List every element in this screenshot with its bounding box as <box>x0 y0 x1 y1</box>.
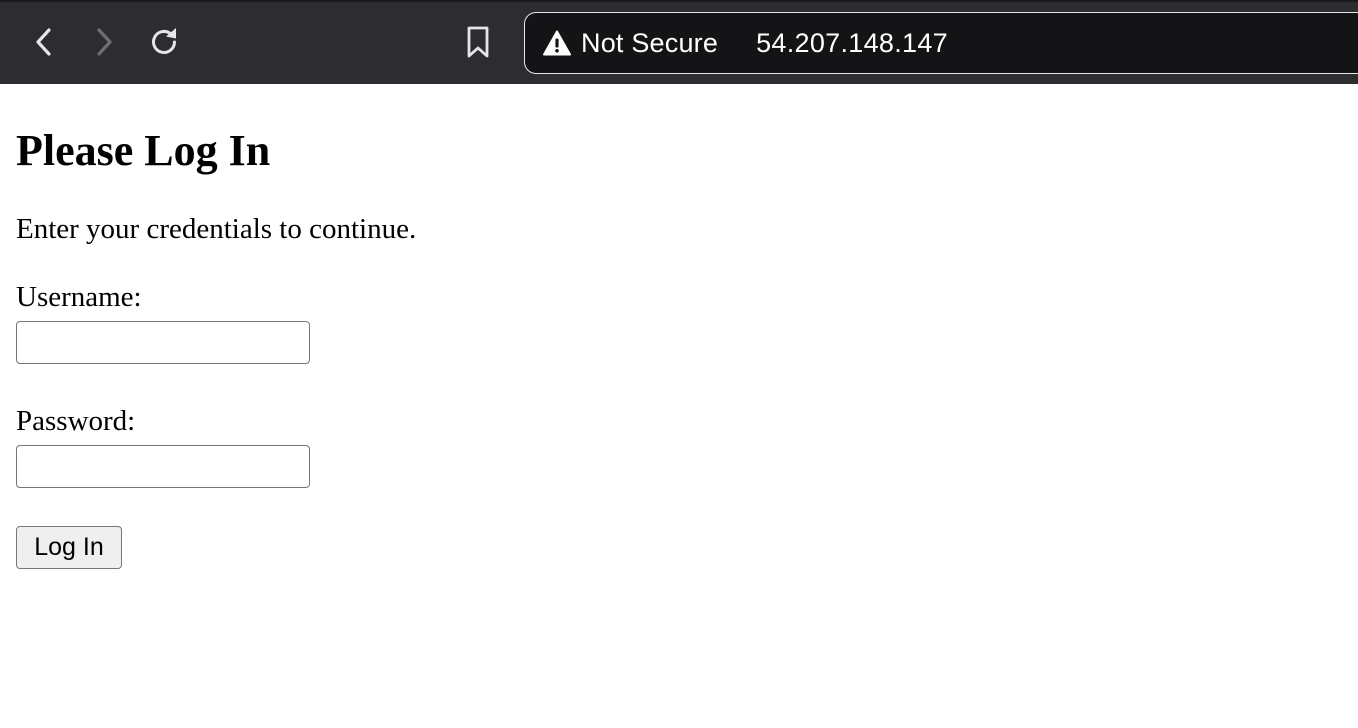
url-text[interactable]: 54.207.148.147 <box>756 28 948 59</box>
page-content: Please Log In Enter your credentials to … <box>16 84 1342 569</box>
warning-triangle-icon <box>543 30 571 56</box>
reload-button[interactable] <box>144 22 184 62</box>
username-label: Username: <box>16 281 142 313</box>
bookmark-icon <box>467 26 489 58</box>
username-input[interactable] <box>16 321 310 364</box>
security-label: Not Secure <box>581 27 719 58</box>
page-title: Please Log In <box>16 126 271 175</box>
login-button[interactable]: Log In <box>16 526 122 569</box>
password-label: Password: <box>16 405 136 437</box>
back-button[interactable] <box>24 22 64 62</box>
bookmark-button[interactable] <box>458 22 498 62</box>
chevron-right-icon <box>97 28 112 56</box>
forward-button[interactable] <box>84 22 124 62</box>
address-bar[interactable]: Not Secure 54.207.148.147 <box>524 12 1358 74</box>
page-subtitle: Enter your credentials to continue. <box>16 213 417 245</box>
password-input[interactable] <box>16 445 310 488</box>
security-indicator[interactable]: Not Secure <box>543 28 718 59</box>
browser-toolbar: Not Secure 54.207.148.147 <box>0 0 1358 84</box>
chevron-left-icon <box>36 28 51 56</box>
reload-icon <box>152 28 176 54</box>
login-form: Username: Password: Log In <box>16 280 1342 569</box>
